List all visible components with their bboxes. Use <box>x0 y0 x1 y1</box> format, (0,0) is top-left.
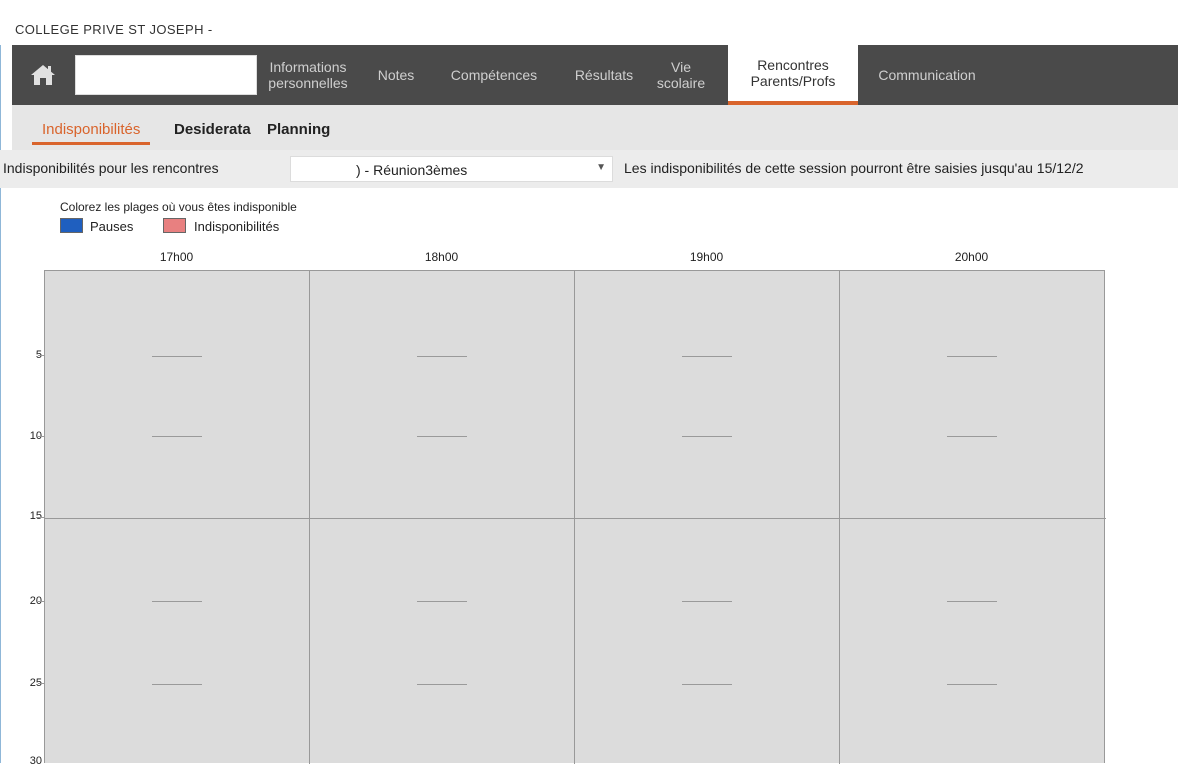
nav-label: Communication <box>878 67 976 83</box>
time-slot[interactable] <box>152 684 202 685</box>
nav-label: Notes <box>377 67 415 83</box>
nav-notes[interactable]: Notes <box>372 45 420 105</box>
legend-label-pauses: Pauses <box>90 219 134 234</box>
nav-competences[interactable]: Compétences <box>432 45 556 105</box>
row-tick <box>38 683 44 684</box>
row-tick <box>38 355 44 356</box>
nav-label: Vie scolaire <box>656 59 706 91</box>
time-slot[interactable] <box>682 356 732 357</box>
session-select[interactable]: ) - Réunion3èmes ▼ <box>290 156 613 182</box>
time-slot[interactable] <box>682 601 732 602</box>
column-header: 20h00 <box>954 250 989 264</box>
time-slot[interactable] <box>682 684 732 685</box>
sub-navigation: Indisponibilités Desiderata Planning <box>12 105 1178 150</box>
row-tick <box>38 517 44 518</box>
time-slot[interactable] <box>947 684 997 685</box>
time-slot[interactable] <box>417 356 467 357</box>
row-label: 15 <box>29 510 42 522</box>
grid-divider <box>45 518 1106 519</box>
time-slot[interactable] <box>947 601 997 602</box>
time-slot[interactable] <box>682 436 732 437</box>
home-icon <box>31 65 55 85</box>
chevron-down-icon: ▼ <box>596 162 606 173</box>
session-select-value: ) - Réunion3èmes <box>356 162 468 178</box>
row-label: 30 <box>29 755 42 767</box>
column-header: 18h00 <box>424 250 459 264</box>
nav-label: Compétences <box>450 67 538 83</box>
nav-rencontres-parents-profs[interactable]: Rencontres Parents/Profs <box>728 45 858 105</box>
school-title: COLLEGE PRIVE ST JOSEPH - <box>15 22 213 37</box>
time-slot[interactable] <box>152 356 202 357</box>
title-bar: COLLEGE PRIVE ST JOSEPH - <box>0 0 1178 45</box>
legend-swatch-pauses[interactable] <box>60 218 83 233</box>
nav-informations-personnelles[interactable]: Informations personnelles <box>258 45 358 105</box>
tab-planning[interactable]: Planning <box>257 115 340 145</box>
time-slot[interactable] <box>947 356 997 357</box>
time-slot[interactable] <box>417 684 467 685</box>
deadline-notice: Les indisponibilités de cette session po… <box>624 160 1084 176</box>
main-navbar: Informations personnelles Notes Compéten… <box>12 45 1178 105</box>
legend-swatch-indisponibilites[interactable] <box>163 218 186 233</box>
nav-resultats[interactable]: Résultats <box>564 45 644 105</box>
session-filter-row: Indisponibilités pour les rencontres ) -… <box>0 150 1178 188</box>
nav-label: Résultats <box>574 67 634 83</box>
user-name-box <box>75 55 257 95</box>
home-button[interactable] <box>12 45 74 105</box>
legend-label-indisponibilites: Indisponibilités <box>194 219 280 234</box>
row-tick <box>38 601 44 602</box>
row-tick <box>38 436 44 437</box>
nav-label: Informations personnelles <box>268 59 348 91</box>
tab-indisponibilites[interactable]: Indisponibilités <box>32 115 151 145</box>
time-slot[interactable] <box>417 601 467 602</box>
session-filter-label: Indisponibilités pour les rencontres <box>3 160 219 176</box>
tab-desiderata[interactable]: Desiderata <box>164 115 261 145</box>
nav-vie-scolaire[interactable]: Vie scolaire <box>648 45 714 105</box>
column-header: 19h00 <box>689 250 724 264</box>
time-slot[interactable] <box>152 601 202 602</box>
time-slot[interactable] <box>417 436 467 437</box>
nav-communication[interactable]: Communication <box>866 45 988 105</box>
nav-label: Rencontres Parents/Profs <box>750 57 836 89</box>
column-header: 17h00 <box>159 250 194 264</box>
legend-instruction: Colorez les plages où vous êtes indispon… <box>60 200 297 214</box>
availability-grid[interactable] <box>44 270 1106 764</box>
time-slot[interactable] <box>947 436 997 437</box>
time-slot[interactable] <box>152 436 202 437</box>
